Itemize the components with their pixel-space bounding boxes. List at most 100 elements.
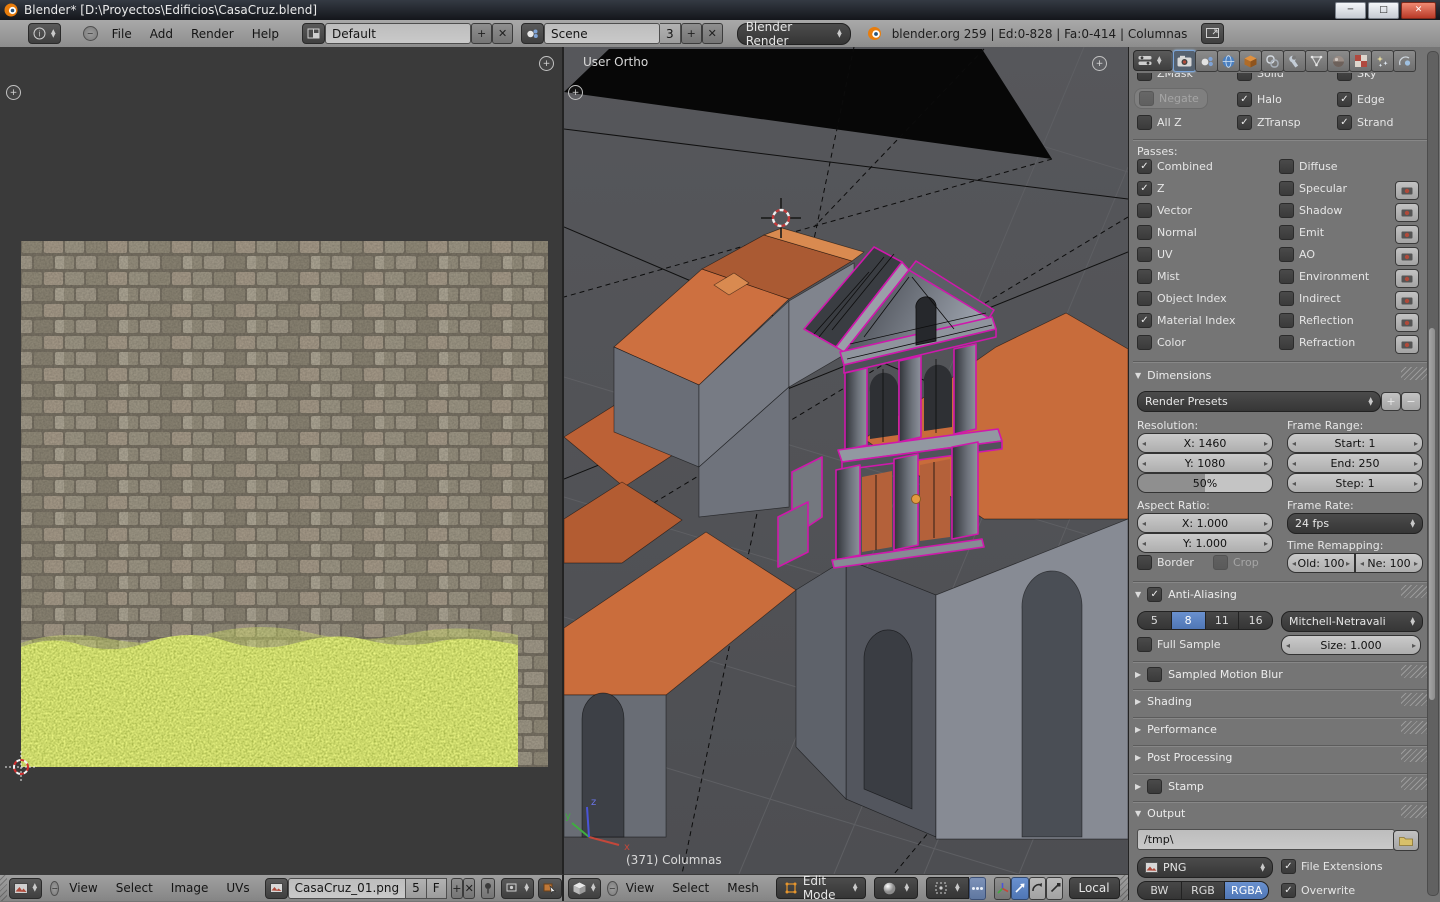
checkbox[interactable]: ✓ bbox=[1237, 73, 1252, 81]
panel-drag-hatch-icon[interactable] bbox=[1401, 693, 1427, 706]
color-mode-rgb[interactable]: RGB bbox=[1182, 881, 1226, 900]
checkbox[interactable]: ✓ bbox=[1137, 203, 1152, 218]
decrement-arrow-icon[interactable]: ◂ bbox=[1292, 559, 1296, 568]
checkbox[interactable]: ✓ bbox=[1137, 335, 1152, 350]
tab-world[interactable] bbox=[1217, 50, 1240, 72]
flag-allz[interactable]: ✓All Z bbox=[1137, 115, 1182, 130]
pass-mist[interactable]: ✓Mist bbox=[1137, 269, 1180, 284]
scene-icon-button[interactable] bbox=[521, 23, 544, 44]
resolution-y-field[interactable]: ◂Y: 1080▸ bbox=[1137, 453, 1273, 473]
border-checkbox[interactable]: ✓Border bbox=[1137, 555, 1194, 570]
pass-refraction[interactable]: ✓Refraction bbox=[1279, 335, 1355, 350]
decrement-arrow-icon[interactable]: ◂ bbox=[1292, 459, 1296, 468]
remove-preset-button[interactable]: − bbox=[1401, 392, 1421, 411]
flag-solid[interactable]: ✓Solid bbox=[1237, 73, 1284, 81]
checkbox[interactable]: ✓ bbox=[1281, 883, 1296, 898]
flag-edge[interactable]: ✓Edge bbox=[1337, 92, 1385, 107]
increment-arrow-icon[interactable]: ▸ bbox=[1346, 559, 1350, 568]
flag-sky[interactable]: ✓Sky bbox=[1337, 73, 1376, 81]
pass-z[interactable]: ✓Z bbox=[1137, 181, 1165, 196]
frame-step-field[interactable]: ◂Step: 1▸ bbox=[1287, 473, 1423, 493]
aa-samples-8[interactable]: 8 bbox=[1172, 611, 1206, 630]
increment-arrow-icon[interactable]: ▸ bbox=[1264, 439, 1268, 448]
flag-zmask[interactable]: ✓ZMask bbox=[1137, 73, 1193, 81]
scale-manipulator-toggle[interactable] bbox=[1046, 877, 1063, 900]
increment-arrow-icon[interactable]: ▸ bbox=[1414, 459, 1418, 468]
editor-type-button-3d[interactable]: ▲▼ bbox=[568, 878, 601, 899]
checkbox[interactable]: ✓ bbox=[1279, 313, 1294, 328]
tab-material[interactable] bbox=[1327, 50, 1350, 72]
remap-new-field[interactable]: ◂Ne: 100▸ bbox=[1355, 553, 1423, 573]
file-extensions-checkbox[interactable]: ✓File Extensions bbox=[1281, 859, 1383, 874]
decrement-arrow-icon[interactable]: ◂ bbox=[1142, 519, 1146, 528]
pass-specular[interactable]: ✓Specular bbox=[1279, 181, 1347, 196]
panel-drag-hatch-icon[interactable] bbox=[1401, 665, 1427, 678]
properties-scrollbar[interactable] bbox=[1427, 51, 1439, 896]
uv-menu-view[interactable]: View bbox=[69, 881, 97, 895]
pass-environment[interactable]: ✓Environment bbox=[1279, 269, 1369, 284]
editor-type-button-properties[interactable]: ▲▼ bbox=[1133, 50, 1173, 71]
uv-menu-image[interactable]: Image bbox=[171, 881, 209, 895]
tab-physics[interactable] bbox=[1393, 50, 1416, 72]
crop-checkbox[interactable]: ✓Crop bbox=[1213, 555, 1259, 570]
increment-arrow-icon[interactable]: ▸ bbox=[1414, 439, 1418, 448]
close-button[interactable]: ✕ bbox=[1401, 2, 1436, 19]
tab-modifiers[interactable] bbox=[1283, 50, 1306, 72]
resize-grip[interactable] bbox=[0, 875, 7, 901]
checkbox[interactable]: ✓ bbox=[1137, 115, 1152, 130]
panel-drag-hatch-icon[interactable] bbox=[1401, 777, 1427, 790]
pass-color[interactable]: ✓Color bbox=[1137, 335, 1186, 350]
panel-drag-hatch-icon[interactable] bbox=[1401, 805, 1427, 818]
maximize-button[interactable]: □ bbox=[1368, 2, 1399, 19]
checkbox[interactable]: ✓ bbox=[1137, 73, 1152, 81]
increment-arrow-icon[interactable]: ▸ bbox=[1414, 479, 1418, 488]
checkbox[interactable]: ✓ bbox=[1237, 115, 1252, 130]
uv-snap-button[interactable] bbox=[538, 878, 562, 899]
resize-grip[interactable] bbox=[1120, 875, 1128, 901]
aa-samples-5[interactable]: 5 bbox=[1137, 611, 1172, 630]
mode-dropdown[interactable]: Edit Mode ▲▼ bbox=[776, 877, 867, 899]
image-datablock-icon-button[interactable] bbox=[265, 878, 288, 899]
flag-halo[interactable]: ✓Halo bbox=[1237, 92, 1282, 107]
color-mode-rgba[interactable]: RGBA bbox=[1225, 881, 1269, 900]
decrement-arrow-icon[interactable]: ◂ bbox=[1142, 539, 1146, 548]
color-mode-bw[interactable]: BW bbox=[1137, 881, 1182, 900]
viewport-3d[interactable]: x y z User Ortho (371) Columnas + + bbox=[564, 47, 1128, 874]
scene-users-count[interactable]: 3 bbox=[660, 23, 681, 44]
pass-camera-button-emit[interactable] bbox=[1395, 225, 1419, 244]
aa-samples-11[interactable]: 11 bbox=[1206, 611, 1240, 630]
add-preset-button[interactable]: + bbox=[1381, 392, 1401, 411]
frame-end-field[interactable]: ◂End: 250▸ bbox=[1287, 453, 1423, 473]
translate-manipulator-toggle[interactable] bbox=[1011, 877, 1028, 900]
pass-camera-button-indirect[interactable] bbox=[1395, 291, 1419, 310]
increment-arrow-icon[interactable]: ▸ bbox=[1412, 641, 1416, 650]
frame-start-field[interactable]: ◂Start: 1▸ bbox=[1287, 433, 1423, 453]
pass-combined[interactable]: ✓Combined bbox=[1137, 159, 1213, 174]
render-engine-dropdown[interactable]: Blender Render ▲▼ bbox=[737, 23, 851, 45]
fake-user-toggle[interactable]: F bbox=[427, 878, 447, 899]
new-image-button[interactable]: + bbox=[451, 878, 463, 899]
manipulator-axes-toggle[interactable] bbox=[994, 877, 1011, 900]
checkbox[interactable]: ✓ bbox=[1237, 92, 1252, 107]
tab-particles[interactable] bbox=[1371, 50, 1394, 72]
checkbox[interactable]: ✓ bbox=[1137, 291, 1152, 306]
tab-object[interactable] bbox=[1239, 50, 1262, 72]
checkbox[interactable]: ✓ bbox=[1279, 247, 1294, 262]
checkbox[interactable]: ✓ bbox=[1279, 291, 1294, 306]
checkbox[interactable]: ✓ bbox=[1137, 159, 1152, 174]
manipulate-center-points-toggle[interactable] bbox=[969, 877, 986, 900]
pass-object-index[interactable]: ✓Object Index bbox=[1137, 291, 1227, 306]
checkbox[interactable]: ✓ bbox=[1147, 667, 1162, 682]
v3d-menu-select[interactable]: Select bbox=[672, 881, 709, 895]
v3d-menu-mesh[interactable]: Mesh bbox=[727, 881, 759, 895]
uv-menu-select[interactable]: Select bbox=[116, 881, 153, 895]
aspect-x-field[interactable]: ◂X: 1.000▸ bbox=[1137, 513, 1273, 533]
tab-scene[interactable] bbox=[1195, 50, 1218, 72]
pin-button[interactable] bbox=[481, 878, 495, 899]
tab-render[interactable] bbox=[1173, 50, 1196, 72]
decrement-arrow-icon[interactable]: ◂ bbox=[1142, 439, 1146, 448]
checkbox[interactable]: ✓ bbox=[1137, 181, 1152, 196]
add-scene-button[interactable]: + bbox=[681, 23, 702, 44]
uv-menu-uvs[interactable]: UVs bbox=[226, 881, 249, 895]
aa-samples-16[interactable]: 16 bbox=[1239, 611, 1273, 630]
